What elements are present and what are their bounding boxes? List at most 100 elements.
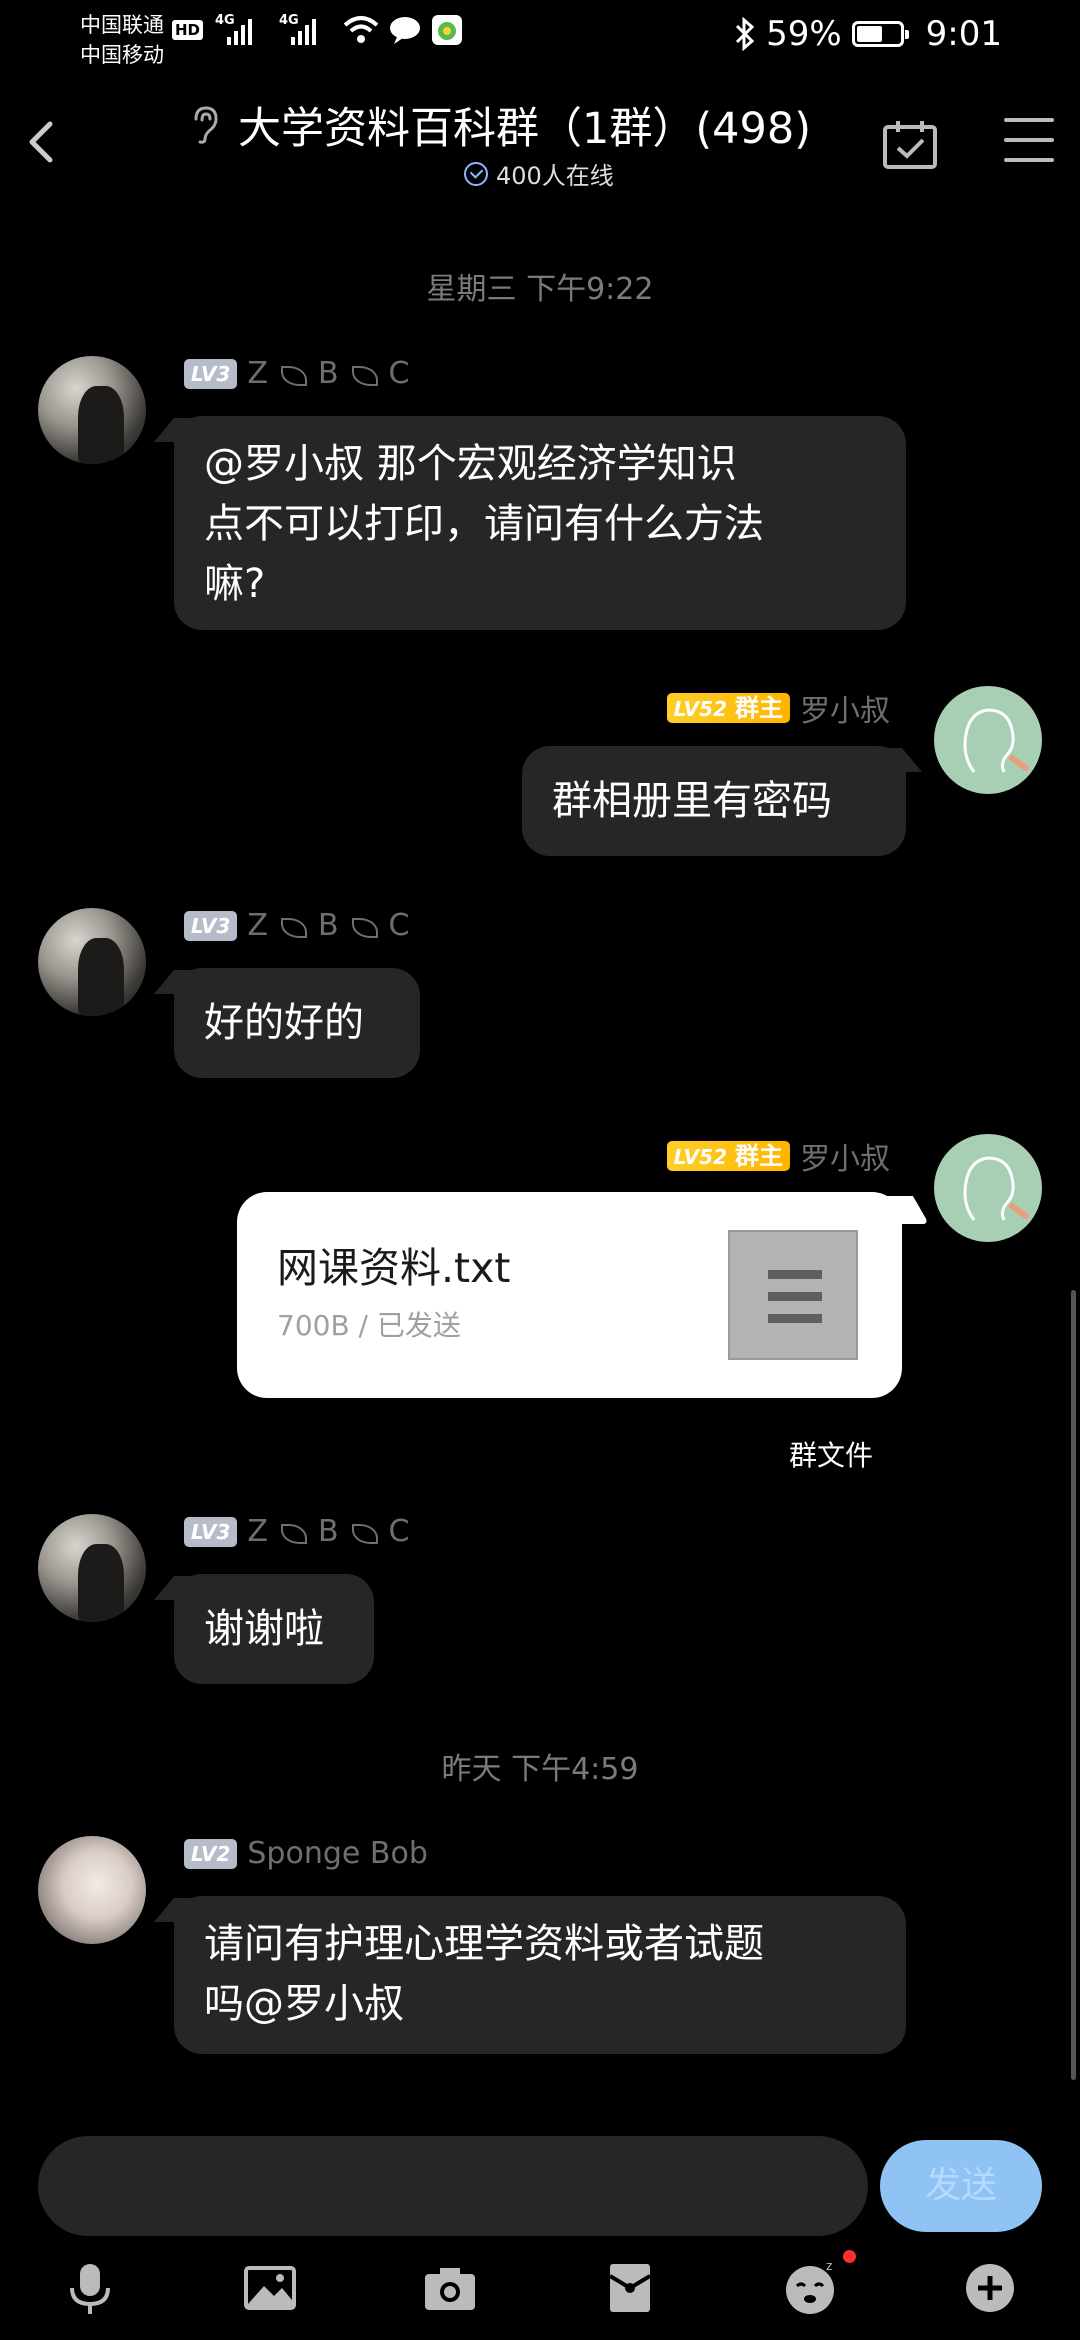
calendar-check-button[interactable] [882,118,938,170]
timestamp: 昨天 下午4:59 [441,1752,639,1787]
message-bubble[interactable]: @罗小叔 那个宏观经济学知识 点不可以打印，请问有什么方法 嘛? [174,416,906,630]
avatar-owner[interactable] [934,1134,1042,1242]
avatar-owner[interactable] [934,686,1042,794]
back-button[interactable] [12,112,72,172]
signal-icons: HD 4G 4G [172,13,463,46]
title-row[interactable]: 大学资料百科群（1群）(498) [190,94,811,156]
message-text: 请问有护理心理学资料或者试题 [204,1921,764,1967]
avatar-z[interactable] [38,1514,146,1622]
group-title: 大学资料百科群（1群）(498) [238,104,811,154]
svg-text:z: z [826,2259,832,2273]
leaf-icon [349,1521,379,1544]
signal-bars-icon [227,17,253,45]
owner-role: 群主 [735,694,783,722]
image-icon[interactable] [240,2258,300,2318]
owner-role: 群主 [735,1142,783,1170]
sender-info: LV3 Z B C [184,356,410,391]
avatar-sponge-bob[interactable] [38,1836,146,1944]
notification-dot [843,2250,856,2263]
chat-header: 大学资料百科群（1群）(498) 400人在线 [0,86,1080,204]
sender-info: LV2 Sponge Bob [184,1836,428,1871]
sender-name: Sponge Bob [247,1836,428,1871]
check-circle-icon [464,161,488,186]
sender-info: LV3 Z B C [184,908,410,943]
carrier-1: 中国联通 [80,13,164,37]
level-badge: LV52 群主 [666,1141,790,1171]
level-badge: LV2 [184,1838,238,1869]
bluetooth-icon [736,17,755,51]
emoji-icon[interactable]: z [780,2258,840,2318]
group-files-link[interactable]: 群文件 [789,1434,873,1474]
timestamp: 星期三 下午9:22 [426,272,654,307]
online-status[interactable]: 400人在线 [464,156,614,191]
message-text: 好的好的 [204,1000,364,1046]
chat-scrollbar[interactable] [1071,1290,1076,2080]
signal-bars-icon [291,17,317,45]
leaf-icon [278,915,308,938]
send-button[interactable]: 发送 [880,2140,1042,2232]
battery-percent: 59% [766,14,842,54]
sender-name-part: C [388,1514,410,1549]
avatar-z[interactable] [38,356,146,464]
level-badge: LV3 [184,1516,238,1547]
carrier-2: 中国移动 [80,43,164,67]
leaf-icon [278,363,308,386]
sender-name: 罗小叔 [800,1142,890,1177]
app-notification-icon [432,15,463,45]
battery-icon [851,21,909,47]
level-text: LV52 [673,697,727,721]
message-text: @罗小叔 那个宏观经济学知识 [204,441,737,487]
leaf-icon [349,915,379,938]
menu-button[interactable] [1004,118,1054,162]
level-badge: LV52 群主 [666,693,790,723]
avatar-z[interactable] [38,908,146,1016]
sender-info: LV3 Z B C [184,1514,410,1549]
message-text: 谢谢啦 [204,1606,324,1652]
file-info: 700B / 已发送 [277,1309,461,1342]
level-badge: LV3 [184,358,238,389]
hd-badge: HD [172,20,204,40]
text-file-icon [728,1230,858,1360]
plus-icon[interactable] [960,2258,1020,2318]
sender-name-part: C [388,356,410,391]
sender-info: LV52 群主 罗小叔 [666,686,890,730]
message-notification-icon [390,17,421,44]
message-bubble[interactable]: 群相册里有密码 [522,746,906,856]
leaf-icon [278,1521,308,1544]
level-badge: LV3 [184,910,238,941]
level-text: LV52 [673,1145,727,1169]
ear-icon [194,106,218,144]
sender-name-part: B [317,908,339,943]
message-text: 吗@罗小叔 [204,1981,404,2027]
clock: 9:01 [925,14,1002,54]
input-toolbar: z [0,2246,1080,2340]
message-bubble[interactable]: 请问有护理心理学资料或者试题 吗@罗小叔 [174,1896,906,2054]
message-text: 群相册里有密码 [552,778,832,824]
message-bubble[interactable]: 好的好的 [174,968,420,1078]
status-right: 59% 9:01 [734,14,1002,54]
wifi-icon [343,16,379,43]
online-count: 400人在线 [496,162,614,190]
message-bubble[interactable]: 谢谢啦 [174,1574,374,1684]
red-packet-icon[interactable] [600,2258,660,2318]
camera-icon[interactable] [420,2258,480,2318]
message-text: 点不可以打印，请问有什么方法 [204,501,764,547]
sender-name-part: Z [247,908,268,943]
file-message-card[interactable]: 网课资料.txt 700B / 已发送 [237,1192,902,1398]
sender-name-part: B [317,1514,339,1549]
message-text: 嘛? [204,561,266,607]
sender-info: LV52 群主 罗小叔 [666,1134,890,1178]
file-name: 网课资料.txt [277,1244,511,1292]
avatar-drawing [963,1156,1029,1221]
mic-icon[interactable] [60,2258,120,2318]
sender-name: 罗小叔 [800,694,890,729]
message-input[interactable] [38,2136,868,2236]
leaf-icon [349,363,379,386]
sender-name-part: B [317,356,339,391]
sender-name-part: Z [247,1514,268,1549]
sender-name-part: C [388,908,410,943]
status-bar: 中国联通 中国移动 HD 4G 4G 59% 9:01 [0,0,1080,86]
avatar-drawing [963,708,1029,773]
sender-name-part: Z [247,356,268,391]
carrier-info: 中国联通 中国移动 [80,10,164,70]
